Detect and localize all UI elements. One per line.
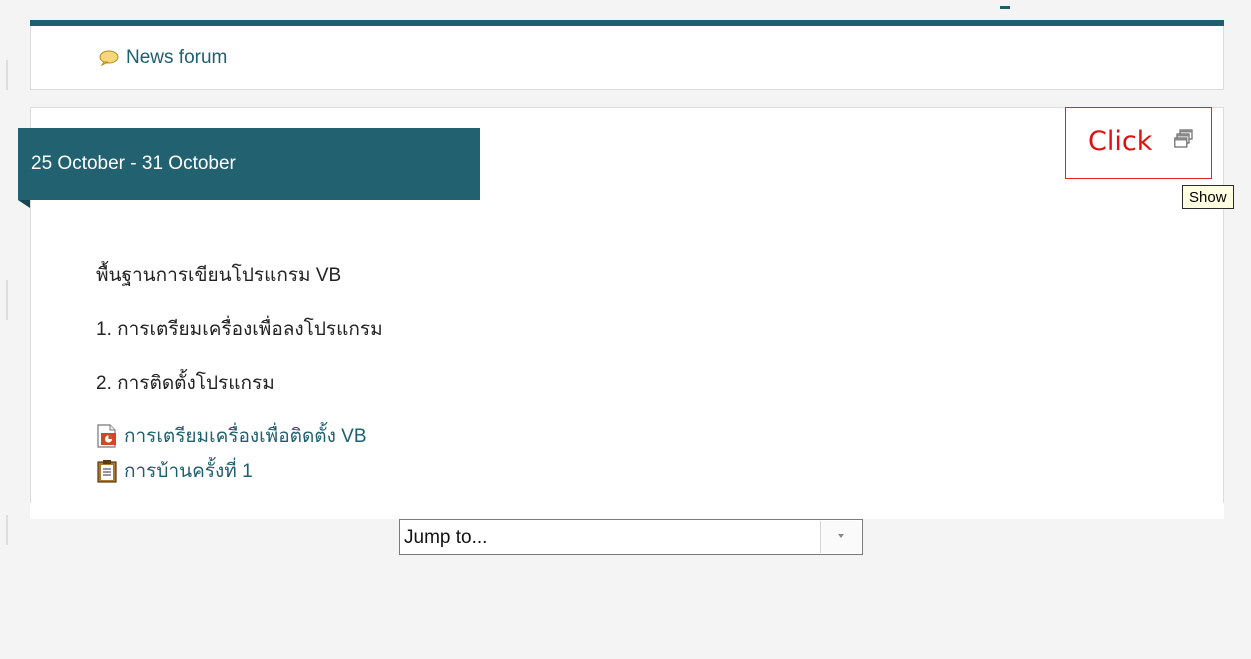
jump-to-select[interactable]: Jump to... (399, 519, 863, 555)
forum-box: News forum (30, 26, 1224, 90)
top-strip (30, 0, 1224, 20)
section-summary-line: 1. การเตรียมเครื่องเพื่อลงโปรแกรม (96, 319, 383, 340)
click-label: Click (1088, 126, 1153, 157)
show-sections-icon[interactable] (1174, 129, 1194, 149)
left-edge-mark (6, 515, 8, 545)
jump-to-value: Jump to... (404, 527, 488, 548)
resource-powerpoint-label[interactable]: การเตรียมเครื่องเพื่อติดตั้ง VB (124, 421, 367, 451)
resource-assignment-link[interactable]: การบ้านครั้งที่ 1 (96, 456, 253, 486)
click-annotation: Click (1065, 107, 1212, 179)
section-summary-line: 2. การติดตั้งโปรแกรม (96, 373, 275, 394)
bottom-strip (30, 503, 1224, 519)
news-forum-label[interactable]: News forum (126, 47, 227, 69)
powerpoint-file-icon (97, 424, 116, 448)
chevron-down-icon (838, 534, 844, 538)
section-title: 25 October - 31 October (18, 128, 480, 200)
assignment-clipboard-icon (97, 460, 117, 483)
banner-fold (18, 200, 30, 208)
left-edge-mark (6, 60, 8, 90)
show-tooltip: Show (1182, 185, 1234, 209)
top-dash (1000, 6, 1010, 9)
section-summary-heading: พื้นฐานการเขียนโปรแกรม VB (96, 265, 342, 286)
resource-powerpoint-link[interactable]: การเตรียมเครื่องเพื่อติดตั้ง VB (96, 421, 367, 451)
jump-to-dropdown-button[interactable] (820, 521, 861, 553)
news-forum-link[interactable]: News forum (99, 47, 227, 69)
section-title-text: 25 October - 31 October (31, 153, 236, 174)
speech-bubble-icon (99, 50, 119, 66)
resource-assignment-label[interactable]: การบ้านครั้งที่ 1 (124, 456, 253, 486)
left-edge-mark (6, 280, 8, 320)
